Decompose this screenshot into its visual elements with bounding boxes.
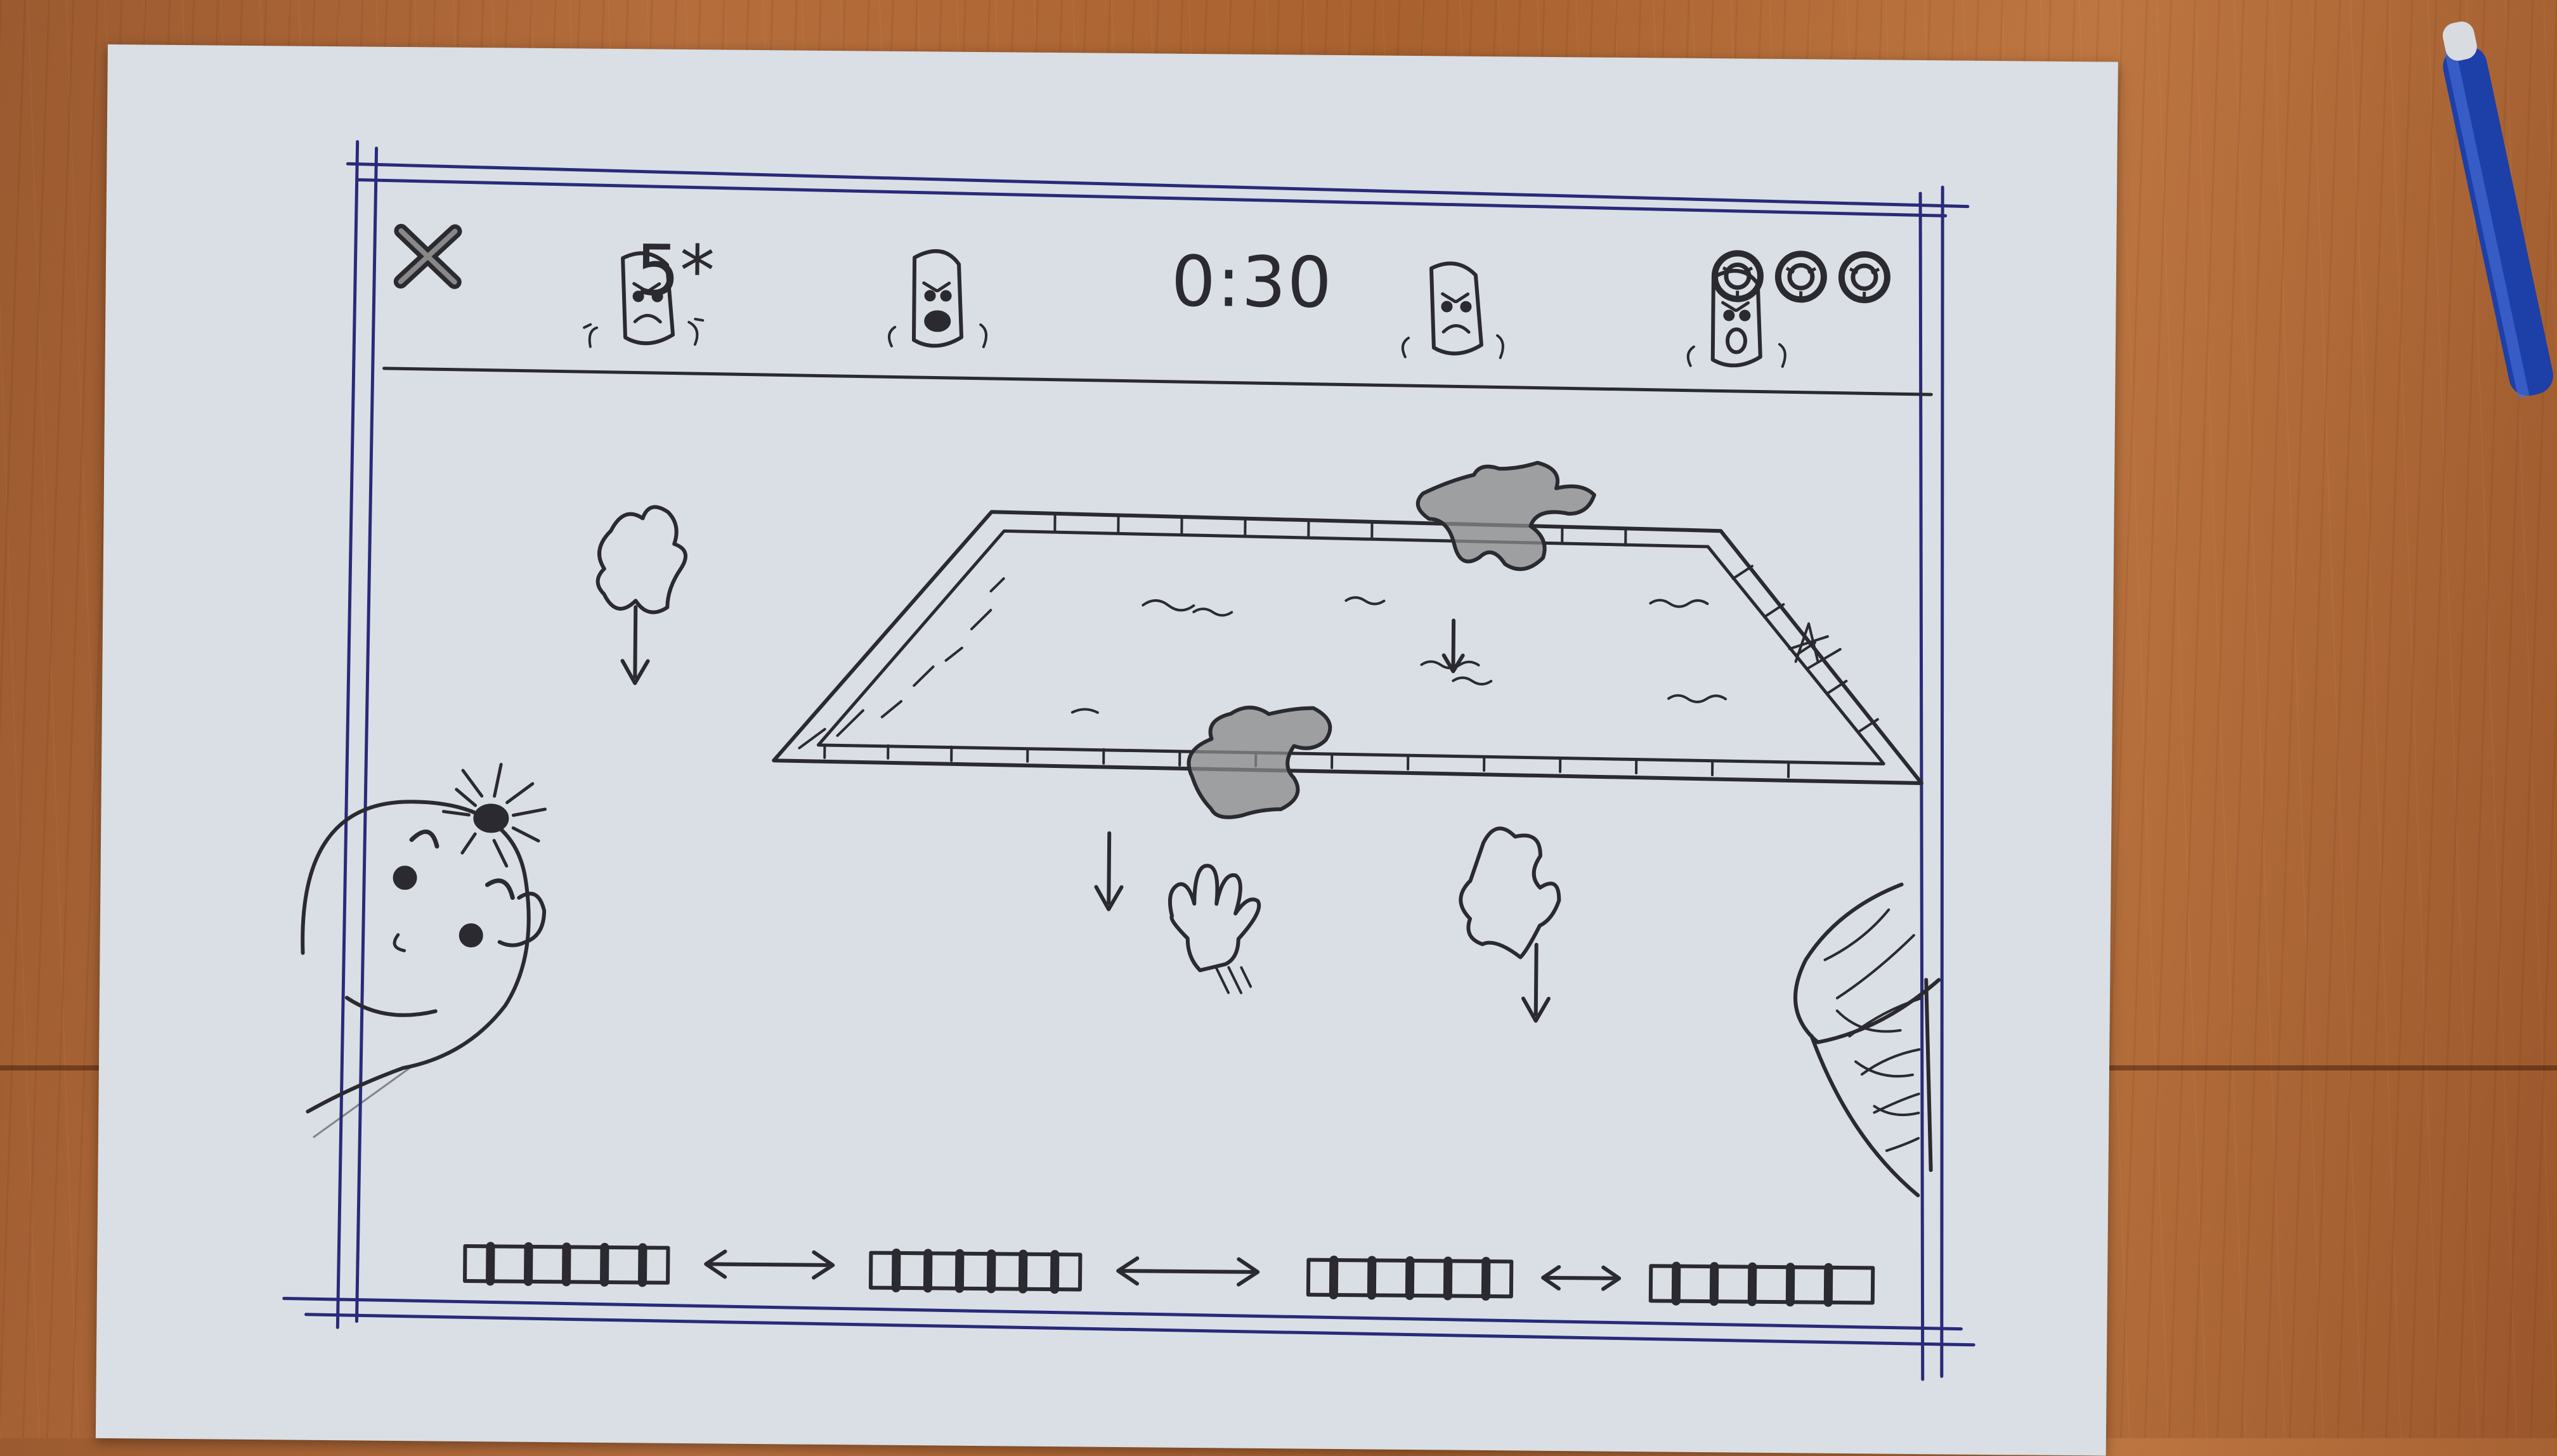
lives-indicator bbox=[1710, 249, 1901, 314]
creature-angry-2 bbox=[1401, 261, 1504, 360]
score-display: 5* bbox=[635, 230, 715, 312]
hud-divider bbox=[382, 367, 1933, 396]
pen-icon bbox=[2442, 22, 2553, 399]
timer-display: 0:30 bbox=[1171, 240, 1334, 323]
double-arrow-1 bbox=[704, 1249, 835, 1280]
creature-shouting-1 bbox=[888, 249, 988, 349]
stain-falling-1 bbox=[595, 505, 687, 686]
ring-icon bbox=[1774, 250, 1827, 303]
paper-sketch: 5* 0:30 bbox=[95, 44, 2118, 1456]
double-arrow-2 bbox=[1116, 1256, 1260, 1287]
x-close-icon[interactable] bbox=[391, 221, 468, 292]
stain-filled-1 bbox=[1415, 460, 1596, 571]
platform-2 bbox=[868, 1248, 1083, 1294]
stain-filled-2 bbox=[1187, 705, 1332, 819]
ring-icon bbox=[1711, 250, 1764, 302]
platform-4 bbox=[1648, 1261, 1875, 1307]
platform-1 bbox=[463, 1242, 670, 1287]
platform-3 bbox=[1306, 1255, 1514, 1301]
glove-icon bbox=[1168, 864, 1261, 994]
arrow-down-stain-2 bbox=[1094, 831, 1124, 911]
net-icon bbox=[1793, 882, 1941, 1197]
double-arrow-3 bbox=[1541, 1265, 1622, 1291]
stain-falling-2 bbox=[1459, 826, 1561, 1023]
pool bbox=[772, 510, 1923, 786]
ring-icon bbox=[1838, 251, 1890, 304]
player-character bbox=[301, 762, 547, 1138]
